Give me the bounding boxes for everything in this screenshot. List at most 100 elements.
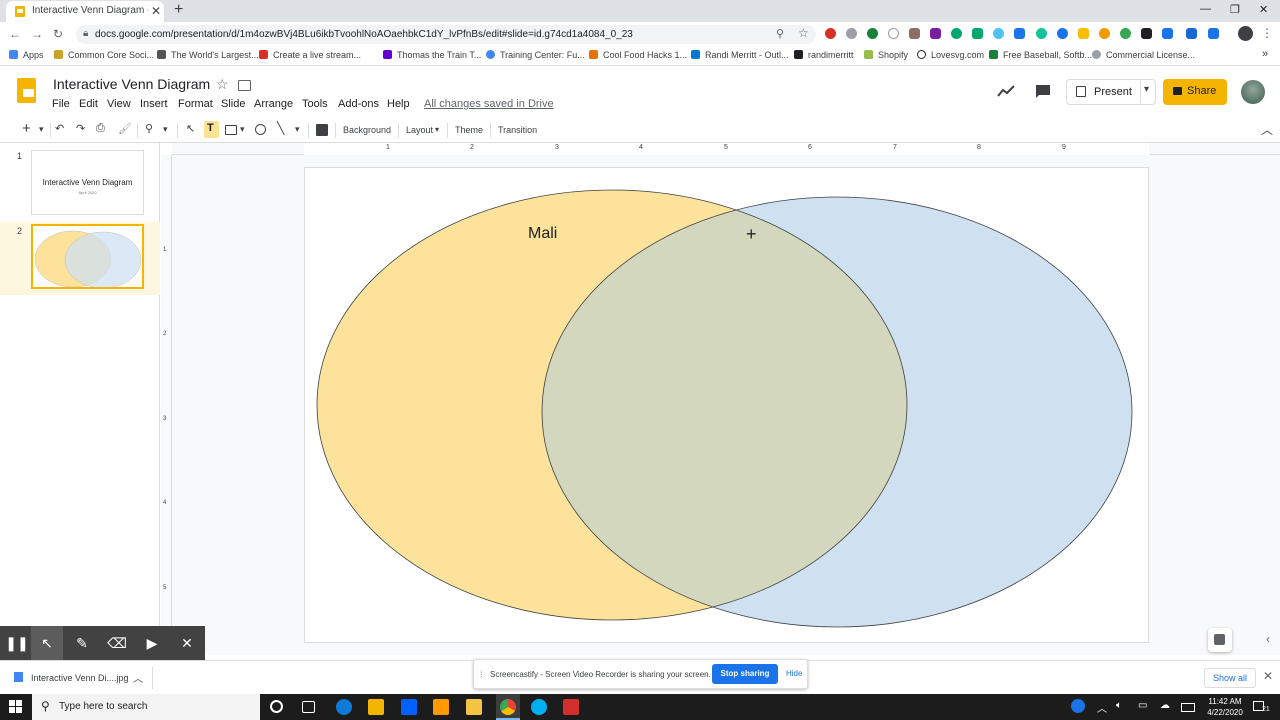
- eraser-icon[interactable]: ⌫: [100, 634, 134, 652]
- bookmark-item[interactable]: Create a live stream...: [259, 50, 361, 60]
- grammarly-icon[interactable]: [1036, 28, 1047, 39]
- cursor-icon[interactable]: ↖: [30, 634, 64, 652]
- theme-button[interactable]: Theme: [455, 125, 483, 135]
- menu-format[interactable]: Format: [178, 98, 213, 110]
- extension-icon[interactable]: [1057, 28, 1068, 39]
- redo-icon[interactable]: ↷: [76, 122, 85, 135]
- extension-icon[interactable]: [951, 28, 962, 39]
- move-folder-icon[interactable]: [238, 80, 251, 91]
- cloud-icon[interactable]: ☁: [1160, 700, 1170, 711]
- bookmarks-overflow-icon[interactable]: »: [1262, 48, 1268, 60]
- show-all-button[interactable]: Show all: [1204, 668, 1256, 688]
- image-icon[interactable]: [225, 125, 237, 135]
- drag-handle-icon[interactable]: ⁞: [480, 669, 483, 679]
- pen-icon[interactable]: ✎: [65, 634, 99, 652]
- acrobat-icon[interactable]: [563, 699, 579, 715]
- print-icon[interactable]: ⎙: [96, 122, 105, 135]
- close-icon[interactable]: ✕: [1263, 669, 1273, 683]
- activity-trend-icon[interactable]: [997, 84, 1015, 98]
- bookmark-item[interactable]: The World's Largest...: [157, 50, 259, 60]
- extension-icon[interactable]: [1014, 28, 1025, 39]
- bookmark-star-icon[interactable]: ☆: [798, 26, 809, 40]
- extension-icon[interactable]: [1186, 28, 1197, 39]
- network-icon[interactable]: ▭: [1138, 700, 1147, 711]
- bookmark-item[interactable]: Cool Food Hacks 1...: [589, 50, 687, 60]
- volume-icon[interactable]: 🔈︎: [1116, 700, 1122, 711]
- extension-icon[interactable]: [1078, 28, 1089, 39]
- extension-icon[interactable]: [909, 28, 920, 39]
- restore-window-icon[interactable]: ❐: [1230, 3, 1240, 16]
- task-view-icon[interactable]: [302, 701, 315, 713]
- bookmark-item[interactable]: Randi Merritt - Outl...: [691, 50, 789, 60]
- menu-file[interactable]: File: [52, 98, 70, 110]
- bookmark-item[interactable]: Common Core Soci...: [54, 50, 154, 60]
- taskbar-clock[interactable]: 11:42 AM 4/22/2020: [1204, 696, 1246, 718]
- reload-icon[interactable]: ↻: [53, 27, 63, 41]
- shape-icon[interactable]: [255, 124, 266, 135]
- avatar[interactable]: [1241, 80, 1265, 104]
- present-button[interactable]: Present ▾: [1066, 79, 1156, 105]
- chrome-taskbar-active[interactable]: [496, 694, 520, 720]
- slide-thumbnail-2[interactable]: [31, 224, 144, 289]
- bookmark-item[interactable]: Apps: [9, 50, 44, 60]
- extension-icon[interactable]: [1208, 28, 1219, 39]
- file-explorer-icon[interactable]: [466, 699, 482, 715]
- bookmark-item[interactable]: randimerritt: [794, 50, 854, 60]
- bookmark-item[interactable]: Training Center: Fu...: [486, 50, 585, 60]
- extension-icon[interactable]: [867, 28, 878, 39]
- close-window-icon[interactable]: ✕: [1259, 3, 1268, 16]
- back-icon[interactable]: ←: [9, 27, 21, 41]
- document-title[interactable]: Interactive Venn Diagram: [53, 76, 210, 92]
- star-icon[interactable]: ☆: [216, 76, 229, 93]
- amazon-icon[interactable]: [433, 699, 449, 715]
- new-tab-icon[interactable]: +: [174, 1, 183, 19]
- menu-addons[interactable]: Add-ons: [338, 98, 379, 110]
- save-status[interactable]: All changes saved in Drive: [424, 98, 554, 110]
- chevron-up-icon[interactable]: ︿: [133, 670, 143, 685]
- menu-insert[interactable]: Insert: [140, 98, 168, 110]
- bookmark-item[interactable]: Lovesvg.com: [917, 50, 984, 60]
- comments-icon[interactable]: [1035, 84, 1051, 99]
- extension-icon[interactable]: [1099, 28, 1110, 39]
- chevron-down-icon[interactable]: ▾: [295, 124, 300, 135]
- minimize-window-icon[interactable]: —: [1200, 3, 1211, 15]
- keyboard-icon[interactable]: [1181, 703, 1195, 712]
- chevron-down-icon[interactable]: ▾: [1144, 84, 1149, 95]
- close-icon[interactable]: ✕: [170, 634, 204, 652]
- forward-icon[interactable]: →: [31, 27, 43, 41]
- chevron-down-icon[interactable]: ▾: [240, 124, 245, 135]
- skype-icon[interactable]: [531, 699, 547, 715]
- explore-button[interactable]: [1208, 628, 1232, 652]
- add-comment-icon[interactable]: [316, 124, 328, 136]
- chevron-down-icon[interactable]: ▾: [39, 124, 44, 135]
- pause-icon[interactable]: ❚❚: [0, 634, 34, 652]
- camera-icon[interactable]: ▶: [135, 634, 169, 652]
- menu-edit[interactable]: Edit: [79, 98, 98, 110]
- extension-icon[interactable]: [993, 28, 1004, 39]
- cortana-icon[interactable]: [270, 700, 283, 713]
- extension-icon[interactable]: [930, 28, 941, 39]
- background-button[interactable]: Background: [343, 125, 391, 135]
- bookmark-item[interactable]: Thomas the Train T...: [383, 50, 481, 60]
- profile-avatar[interactable]: [1238, 26, 1253, 41]
- venn-label-left[interactable]: Mali: [528, 225, 557, 243]
- select-cursor-icon[interactable]: ↖: [186, 122, 195, 135]
- chevron-down-icon[interactable]: ▾: [435, 125, 439, 134]
- undo-icon[interactable]: ↶: [55, 122, 64, 135]
- browser-tab[interactable]: Interactive Venn Diagram - Goog ✕: [6, 1, 164, 22]
- edge-icon[interactable]: [336, 699, 352, 715]
- line-icon[interactable]: ╲: [277, 121, 284, 135]
- stop-sharing-button[interactable]: Stop sharing: [712, 664, 778, 684]
- text-box-tool[interactable]: T: [204, 121, 219, 138]
- extension-icon[interactable]: [888, 28, 899, 39]
- chevron-left-icon[interactable]: ‹: [1266, 632, 1270, 646]
- extension-icon[interactable]: [972, 28, 983, 39]
- download-item[interactable]: Interactive Venn Di....jpg: [14, 672, 129, 683]
- zoom-icon[interactable]: ⚲: [145, 122, 153, 135]
- windows-start-icon[interactable]: [9, 700, 23, 714]
- slide-thumbnail-1[interactable]: Interactive Venn Diagram April 2020: [31, 150, 144, 215]
- menu-tools[interactable]: Tools: [302, 98, 328, 110]
- help-icon[interactable]: [1071, 699, 1085, 713]
- menu-view[interactable]: View: [107, 98, 131, 110]
- store-icon[interactable]: [368, 699, 384, 715]
